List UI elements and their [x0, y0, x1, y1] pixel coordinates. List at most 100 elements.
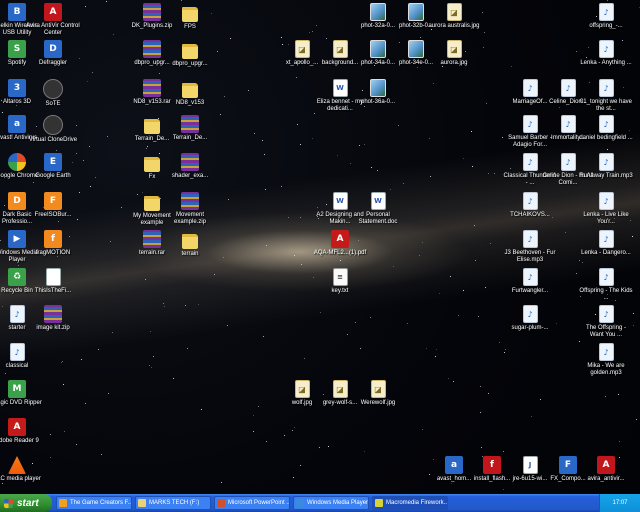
desktop-icon-defraggler[interactable]: D Defraggler — [26, 40, 80, 67]
app-dark-icon — [43, 79, 63, 99]
desktop-icon-label: Lenka - Live Like You'r... — [583, 212, 629, 225]
desktop-icon-magic-dvd-ripper[interactable]: M Magic DVD Ripper — [0, 380, 44, 407]
desktop-icon-lenka-dangero[interactable]: ♪ Lenka - Dangero... — [579, 230, 633, 257]
mp3-icon: ♪ — [598, 40, 614, 58]
app-blue-icon: F — [559, 456, 577, 474]
desktop-icon-label: terrain — [181, 251, 199, 257]
app-txt-icon: ≡ — [332, 268, 348, 286]
desktop-icon-label: daniel bedingfield ... — [579, 135, 633, 141]
mp3-icon: ♪ — [598, 343, 614, 361]
zip-icon — [181, 192, 199, 210]
desktop-icon-vlc[interactable]: VLC media player — [0, 456, 44, 483]
desktop-icon-phot-36a-0[interactable]: phot-36a-0... — [351, 79, 405, 106]
desktop-icon-label: VLC media player — [0, 476, 41, 482]
desktop-icon-offspring-kids[interactable]: ♪ Offspring - The Kids ... — [579, 268, 633, 302]
mp3-icon: ♪ — [522, 192, 538, 210]
windows-flag-icon — [4, 498, 13, 508]
task-windows-media-player[interactable]: Windows Media Player — [293, 496, 369, 510]
desktop-icon-terrain-de-2[interactable]: Terrain_De... — [163, 115, 217, 142]
desktop-icon-label: fragMOTION — [35, 250, 71, 256]
desktop-icon-nd8-v153[interactable]: ND8_v153 — [163, 79, 217, 107]
desktop-icon-j3-beethoven[interactable]: ♪ J3 Beethoven - Fur Elise.mp3 — [503, 230, 557, 264]
desktop-icon-sugar-plum[interactable]: ♪ sugar-plum-... — [503, 305, 557, 332]
desktop-icon-image-kit-zip[interactable]: image kit.zip — [26, 305, 80, 332]
desktop-icon-fps[interactable]: FPS — [163, 3, 217, 31]
desktop-icon-fragmotion[interactable]: f fragMOTION — [26, 230, 80, 257]
mp3-icon: ♪ — [560, 79, 576, 97]
clock[interactable]: 17:07 — [612, 500, 627, 506]
app-blue-icon: B — [8, 3, 26, 21]
desktop-icon-classical[interactable]: ♪ classical — [0, 343, 44, 370]
app-orange-icon: f — [44, 230, 62, 248]
desktop-icon-adobe-reader[interactable]: A Adobe Reader 9 — [0, 418, 44, 445]
desktop-icon-offspring-1[interactable]: ♪ offspring_-... — [579, 3, 633, 30]
start-button[interactable]: start — [0, 494, 52, 512]
desktop-icon-aurora-australis[interactable]: ◪ aurora australis.jpg — [427, 3, 481, 30]
desktop-icon-label: Adobe Reader 9 — [0, 438, 39, 444]
desktop-icon-label: FPS — [184, 24, 196, 30]
desktop-icon-werewolf-jpg[interactable]: ◪ Werewolf.jpg — [351, 380, 405, 407]
img-icon — [408, 40, 424, 58]
desktop-icon-dbpro-upgr-2[interactable]: dbpro_upgr... — [163, 40, 217, 68]
desktop-icon-freeisoburner[interactable]: F FreeISOBur... — [26, 192, 80, 219]
desktop-icon-label: Virtual CloneDrive — [28, 137, 78, 143]
zip-icon — [181, 153, 199, 171]
app-icon — [59, 499, 67, 507]
desktop-icon-label: Avira AntiVir Control Center — [26, 23, 80, 36]
jpg-icon: ◪ — [446, 40, 462, 58]
mp3-icon: ♪ — [560, 115, 576, 133]
desktop-icon-aqa-mfl[interactable]: A AQA-MFL2...(1).pdf — [313, 230, 367, 257]
desktop-icon-01-tonight[interactable]: ♪ 01_tonight we have the st... — [579, 79, 633, 113]
desktop-icon-runaway-train[interactable]: ♪ Runaway Train.mp3 — [579, 153, 633, 180]
desktop-icon-label: classical — [5, 363, 29, 369]
app-green-icon: S — [8, 40, 26, 58]
app-icon — [138, 499, 146, 507]
desktop-icon-terrain[interactable]: terrain — [163, 230, 217, 258]
desktop-icon-key-txt[interactable]: ≡ key.txt — [313, 268, 367, 295]
desktop-icon-lenka-live-like-you[interactable]: ♪ Lenka - Live Like You'r... — [579, 192, 633, 226]
desktop-icon-daniel-bedingfield[interactable]: ♪ daniel bedingfield ... — [579, 115, 633, 142]
desktop-icon-label: sugar-plum-... — [511, 325, 549, 331]
task-macromedia-fireworks[interactable]: Macromedia Firework... — [372, 496, 448, 510]
mp3-icon: ♪ — [522, 79, 538, 97]
desktop-icon-offspring-want-you[interactable]: ♪ The Offspring - Want You ... — [579, 305, 633, 339]
zip-icon — [181, 115, 199, 133]
desktop-icon-google-earth[interactable]: E Google Earth — [26, 153, 80, 180]
desktop-icon-aurora-jpg[interactable]: ◪ aurora.jpg — [427, 40, 481, 67]
desktop-icon-movement-example-zip[interactable]: Movement example.zip — [163, 192, 217, 226]
mp3-icon: ♪ — [598, 305, 614, 323]
zip-icon — [143, 3, 161, 21]
start-label: start — [17, 497, 39, 509]
desktop-icon-label: Runaway Train.mp3 — [579, 173, 633, 179]
desktop-icon-label: TCHAIKOVS... — [510, 212, 550, 218]
zip-icon — [143, 40, 161, 58]
desktop-icon-label: Furtwangler... — [511, 288, 549, 294]
zip-icon — [44, 305, 62, 323]
task-powerpoint[interactable]: Microsoft PowerPoint ... — [214, 496, 290, 510]
desktop[interactable]: B Belkin Wireless USB Utility A Avira AntiV… — [0, 0, 640, 494]
task-label: MARKS TECH (F:) — [149, 500, 200, 506]
desktop-icon-furtwangler[interactable]: ♪ Furtwangler... — [503, 268, 557, 295]
desktop-icon-thisisthefi[interactable]: ThisIsTheFi... — [26, 268, 80, 295]
jpg-icon: ◪ — [332, 380, 348, 398]
mp3-icon: ♪ — [598, 192, 614, 210]
desktop-icon-personal-statement[interactable]: W Personal Statement.doc — [351, 192, 405, 226]
app-red-icon: A — [44, 3, 62, 21]
mp3-icon: ♪ — [522, 230, 538, 248]
desktop-icon-tchaikovs[interactable]: ♪ TCHAIKOVS... — [503, 192, 557, 219]
desktop-icon-lenka-anything[interactable]: ♪ Lenka - Anything ... — [579, 40, 633, 67]
desktop-icon-label: aurora australis.jpg — [428, 23, 480, 29]
desktop-icon-shader-exa[interactable]: shader_exa... — [163, 153, 217, 180]
app-orange-icon: D — [8, 192, 26, 210]
desktop-icon-mika-golden[interactable]: ♪ Mika - We are golden.mp3 — [579, 343, 633, 377]
mp3-icon: ♪ — [522, 115, 538, 133]
task-marks-tech[interactable]: MARKS TECH (F:) — [135, 496, 211, 510]
desktop-icon-sote[interactable]: SoTE — [26, 79, 80, 108]
desktop-icon-virtual-clonedrive[interactable]: Virtual CloneDrive — [26, 115, 80, 144]
desktop-icon-label: offspring_-... — [589, 23, 623, 29]
desktop-icon-label: ND8_v153 — [175, 100, 205, 106]
task-game-creators[interactable]: The Game Creators F... — [56, 496, 132, 510]
desktop-icon-avira-antivir[interactable]: A Avira AntiVir Control Center — [26, 3, 80, 37]
desktop-icon-label: dbpro_upgr... — [172, 61, 208, 67]
desktop-icon-avira-antivir-2[interactable]: Aavira_antivir... — [579, 456, 633, 483]
